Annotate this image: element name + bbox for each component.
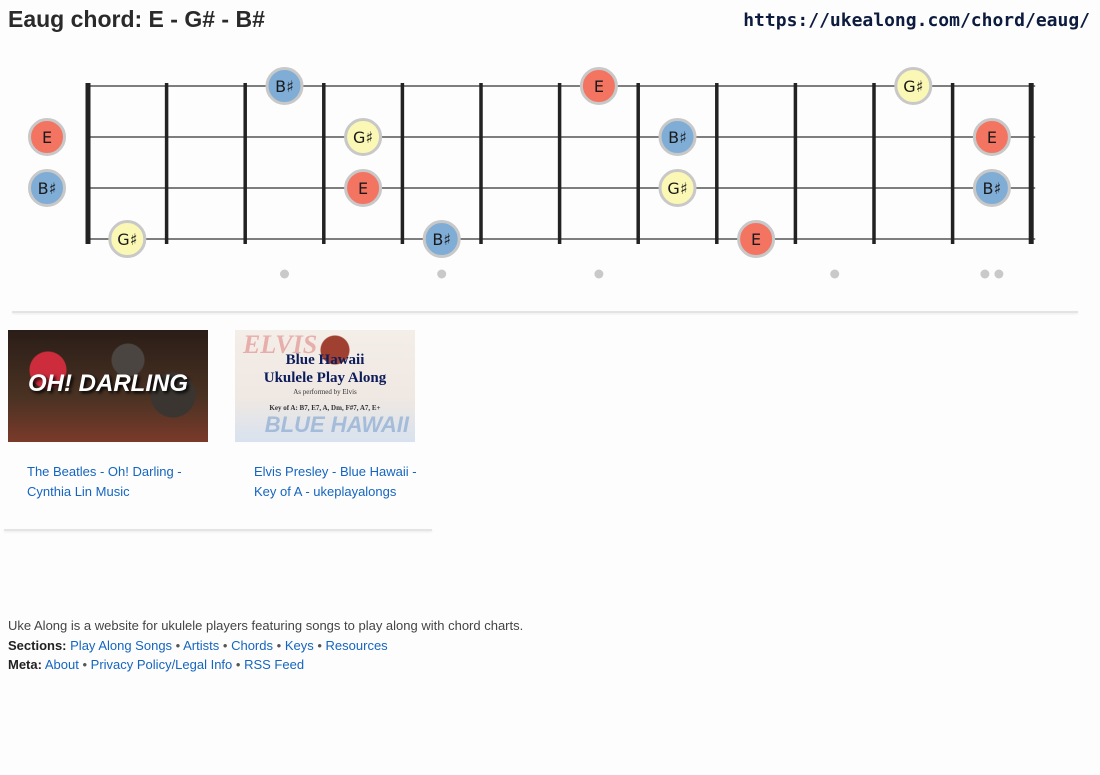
- video-card[interactable]: OH! DARLING The Beatles - Oh! Darling - …: [8, 330, 208, 501]
- note-label: B♯: [275, 77, 294, 96]
- note-label: E: [594, 77, 604, 96]
- note-label: E: [358, 179, 368, 198]
- note-label: E: [751, 230, 761, 249]
- note-label: B♯: [983, 179, 1002, 198]
- thumbnail-title: OH! DARLING: [28, 370, 188, 397]
- separator: •: [317, 637, 322, 653]
- site-description: Uke Along is a website for ukulele playe…: [8, 618, 524, 633]
- footer-link-artists[interactable]: Artists: [183, 638, 219, 653]
- fret-marker-dot: [437, 269, 447, 279]
- video-link[interactable]: The Beatles - Oh! Darling - Cynthia Lin …: [27, 462, 197, 501]
- fret-marker-dot: [594, 269, 604, 279]
- thumbnail-credit: As performed by Elvis: [293, 388, 357, 396]
- section-divider: [4, 529, 432, 531]
- fret-marker-dot: [280, 269, 289, 279]
- separator: •: [222, 637, 228, 653]
- footer-link-chords[interactable]: Chords: [231, 638, 273, 653]
- separator: •: [235, 657, 241, 672]
- separator: •: [276, 637, 282, 653]
- footer-link-about[interactable]: About: [45, 657, 79, 672]
- note-label: G♯: [667, 179, 687, 198]
- video-thumbnail[interactable]: OH! DARLING: [8, 330, 208, 442]
- footer-link-keys[interactable]: Keys: [285, 638, 314, 653]
- video-card[interactable]: ELVIS BLUE HAWAII Blue Hawaii Ukulele Pl…: [235, 330, 435, 501]
- section-divider: [12, 311, 1078, 313]
- note-label: G♯: [117, 230, 137, 249]
- video-thumbnail[interactable]: ELVIS BLUE HAWAII Blue Hawaii Ukulele Pl…: [235, 330, 415, 442]
- footer-link-rss[interactable]: RSS Feed: [244, 657, 304, 672]
- note-label: B♯: [432, 230, 451, 249]
- note-label: B♯: [668, 128, 687, 147]
- page-url[interactable]: https://ukealong.com/chord/eaug/: [743, 10, 1090, 31]
- thumbnail-title: Blue Hawaii: [285, 352, 365, 368]
- fretboard-diagram: B♯ E G♯ E G♯ B♯ E B♯ E G♯ B♯ G♯ B♯ E: [28, 67, 1036, 279]
- meta-label: Meta:: [8, 657, 42, 672]
- note-label: G♯: [903, 77, 923, 96]
- fret-marker-dot: [830, 269, 840, 279]
- footer-link-privacy[interactable]: Privacy Policy/Legal Info: [91, 657, 233, 672]
- note-label: B♯: [38, 179, 57, 198]
- note-label: E: [42, 128, 52, 147]
- separator: •: [175, 637, 181, 653]
- sections-nav: Sections: Play Along Songs • Artists • C…: [8, 636, 523, 656]
- thumbnail-logo: BLUE HAWAII: [264, 412, 409, 437]
- footer-link-play-along-songs[interactable]: Play Along Songs: [70, 638, 172, 653]
- note-label: G♯: [353, 128, 373, 147]
- separator: •: [82, 657, 88, 672]
- footer-link-resources[interactable]: Resources: [326, 638, 388, 653]
- sections-label: Sections:: [8, 637, 67, 653]
- fret-marker-dot: [994, 269, 1004, 279]
- page-title: Eaug chord: E - G# - B#: [8, 6, 265, 32]
- site-footer: Uke Along is a website for ukulele playe…: [8, 616, 523, 675]
- note-label: E: [987, 128, 997, 147]
- thumbnail-key: Key of A: B7, E7, A, Dm, F#7, A7, E+: [269, 404, 381, 412]
- video-link[interactable]: Elvis Presley - Blue Hawaii - Key of A -…: [254, 462, 424, 501]
- thumbnail-subtitle: Ukulele Play Along: [263, 370, 387, 386]
- fret-marker-dot: [980, 269, 990, 279]
- meta-nav: Meta: About • Privacy Policy/Legal Info …: [8, 655, 523, 675]
